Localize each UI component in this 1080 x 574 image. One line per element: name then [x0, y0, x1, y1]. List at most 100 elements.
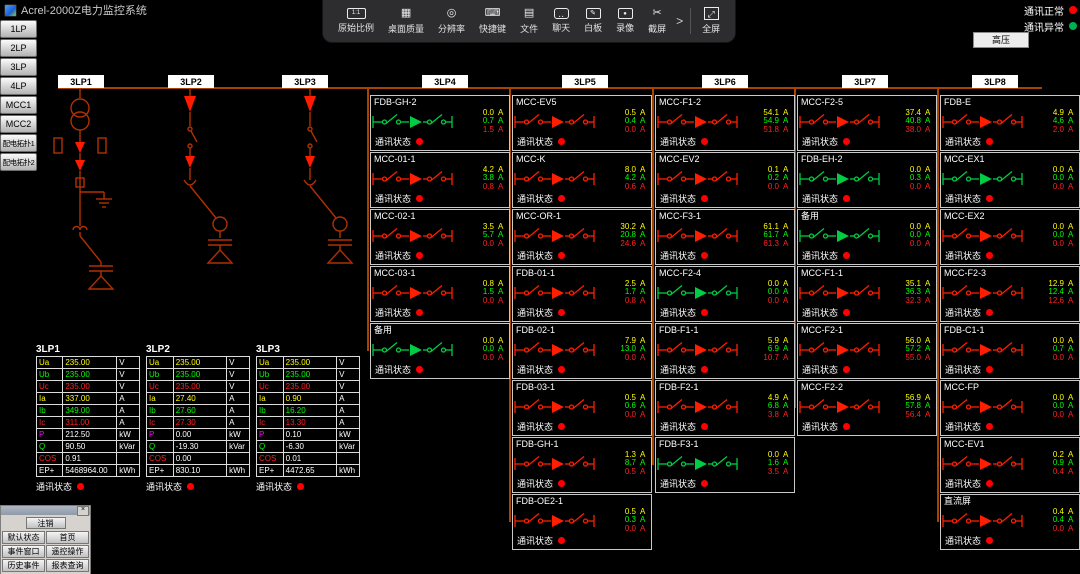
sidebar-item-3lp[interactable]: 3LP: [0, 58, 37, 76]
comm-status: 通讯状态: [941, 306, 1079, 319]
row-unit: V: [116, 368, 140, 381]
toolbar-screenshot-button[interactable]: ✂ 截屏: [641, 1, 673, 41]
current-value: 32.3: [905, 295, 921, 305]
table-row: Ub 235.00 V: [35, 368, 140, 381]
row-value: 235.00: [282, 356, 338, 369]
current-value: 55.0: [905, 352, 921, 362]
breaker-symbol[interactable]: [656, 166, 742, 192]
breaker-symbol[interactable]: [371, 166, 457, 192]
comm-status-dot: [558, 366, 566, 373]
breaker-symbol[interactable]: [941, 166, 1027, 192]
table-row: Ic 27.30 A: [146, 416, 250, 429]
close-icon[interactable]: ×: [77, 505, 89, 516]
nav-popup-titlebar[interactable]: ×: [1, 505, 90, 516]
event-window-button[interactable]: 事件窗口: [2, 545, 45, 558]
breaker-symbol[interactable]: [656, 280, 742, 306]
toolbar-hotkeys-button[interactable]: ⌨ 快捷键: [472, 1, 513, 41]
sidebar-item-mcc2[interactable]: MCC2: [0, 115, 37, 133]
breaker-symbol[interactable]: [513, 451, 599, 477]
breaker-symbol[interactable]: [941, 223, 1027, 249]
breaker-symbol[interactable]: [371, 109, 457, 135]
sidebar-item-4lp[interactable]: 4LP: [0, 77, 37, 95]
phase-currents: 0.0 A 1.6 A 3.5 A: [742, 450, 794, 477]
row-unit: kW: [336, 428, 360, 441]
breaker-symbol[interactable]: [371, 223, 457, 249]
feeder-panel: MCC-EX2 0.0 A 0.0 A 0.0 A 通讯状态: [940, 209, 1080, 265]
row-value: 235.00: [172, 356, 228, 369]
current-unit: A: [1068, 523, 1074, 533]
breaker-symbol[interactable]: [941, 451, 1027, 477]
breaker-symbol[interactable]: [798, 394, 884, 420]
breaker-symbol[interactable]: [513, 394, 599, 420]
breaker-symbol[interactable]: [656, 337, 742, 363]
comm-status-dot: [558, 138, 566, 145]
breaker-symbol[interactable]: [798, 223, 884, 249]
toolbar-more-button[interactable]: >: [673, 1, 686, 41]
comm-status-label: 通讯状态: [945, 365, 982, 375]
breaker-symbol[interactable]: [513, 109, 599, 135]
sidebar-item-mcc1[interactable]: MCC1: [0, 96, 37, 114]
sidebar-item-topo2[interactable]: 配电拓扑2: [0, 153, 37, 171]
current-value: 0.0: [1052, 238, 1064, 248]
remote-control-button[interactable]: 遥控操作: [46, 545, 89, 558]
breaker-symbol[interactable]: [941, 109, 1027, 135]
feeder-body: 7.9 A 13.0 A 0.0 A: [513, 336, 651, 363]
row-name: Ic: [256, 416, 284, 429]
toolbar-desktop-quality-button[interactable]: ▦ 桌面质量: [381, 1, 431, 41]
breaker-symbol[interactable]: [941, 280, 1027, 306]
breaker-symbol[interactable]: [513, 223, 599, 249]
row-unit: V: [336, 380, 360, 393]
toolbar-resolution-button[interactable]: ◎ 分辨率: [431, 1, 472, 41]
high-voltage-button[interactable]: 高压: [973, 32, 1029, 48]
feeder-title: FDB-EH-2: [801, 154, 843, 164]
breaker-symbol[interactable]: [798, 337, 884, 363]
row-name: Ib: [146, 404, 174, 417]
comm-status-label: 通讯状态: [517, 536, 554, 546]
phase-current-row: 3.5 A: [742, 467, 791, 477]
breaker-symbol[interactable]: [656, 109, 742, 135]
breaker-symbol[interactable]: [941, 337, 1027, 363]
toolbar-fullscreen-button[interactable]: ⤢ 全屏: [695, 1, 727, 41]
feeder-body: 56.9 A 57.8 A 56.4 A: [798, 393, 936, 420]
phase-currents: 1.3 A 8.7 A 0.5 A: [599, 450, 651, 477]
comm-status: 通讯状态: [941, 477, 1079, 490]
breaker-symbol[interactable]: [941, 508, 1027, 534]
breaker-symbol[interactable]: [513, 337, 599, 363]
breaker-symbol[interactable]: [941, 394, 1027, 420]
sidebar-item-topo1[interactable]: 配电拓扑1: [0, 134, 37, 152]
default-state-button[interactable]: 默认状态: [2, 531, 45, 544]
current-value: 0.0: [482, 238, 494, 248]
sidebar-item-1lp[interactable]: 1LP: [0, 20, 37, 38]
report-query-button[interactable]: 报表查询: [46, 559, 89, 572]
toolbar-record-button[interactable]: ● 录像: [609, 1, 641, 41]
home-button[interactable]: 首页: [46, 531, 89, 544]
breaker-symbol[interactable]: [798, 109, 884, 135]
phase-current-row: 0.0 A: [599, 125, 648, 135]
comm-status-label: 通讯状态: [517, 137, 554, 147]
meter-table-title: 3LP1: [36, 344, 60, 355]
toolbar-original-ratio-button[interactable]: 1:1 原始比例: [331, 1, 381, 41]
row-unit: A: [336, 404, 360, 417]
breaker-symbol[interactable]: [513, 166, 599, 192]
breaker-symbol[interactable]: [513, 280, 599, 306]
feeder-title: MCC-F2-4: [659, 268, 701, 278]
breaker-symbol[interactable]: [371, 337, 457, 363]
breaker-symbol[interactable]: [656, 394, 742, 420]
breaker-symbol[interactable]: [798, 280, 884, 306]
breaker-symbol[interactable]: [371, 280, 457, 306]
current-value: 51.8: [763, 124, 779, 134]
breaker-symbol[interactable]: [656, 223, 742, 249]
breaker-symbol[interactable]: [513, 508, 599, 534]
feeder-panel: MCC-EV2 0.1 A 0.2 A 0.0 A 通讯状态: [655, 152, 795, 208]
row-unit: A: [226, 392, 250, 405]
sidebar-item-2lp[interactable]: 2LP: [0, 39, 37, 57]
breaker-symbol[interactable]: [656, 451, 742, 477]
breaker-symbol[interactable]: [798, 166, 884, 192]
logout-button[interactable]: 注销: [25, 517, 66, 529]
toolbar-whiteboard-button[interactable]: ✎ 白板: [577, 1, 609, 41]
phase-current-row: 56.4 A: [884, 410, 933, 420]
toolbar-chat-button[interactable]: ‥ 聊天: [545, 1, 577, 41]
bus-label-3lp4: 3LP4: [422, 75, 468, 88]
history-events-button[interactable]: 历史事件: [2, 559, 45, 572]
toolbar-files-button[interactable]: ▤ 文件: [513, 1, 545, 41]
